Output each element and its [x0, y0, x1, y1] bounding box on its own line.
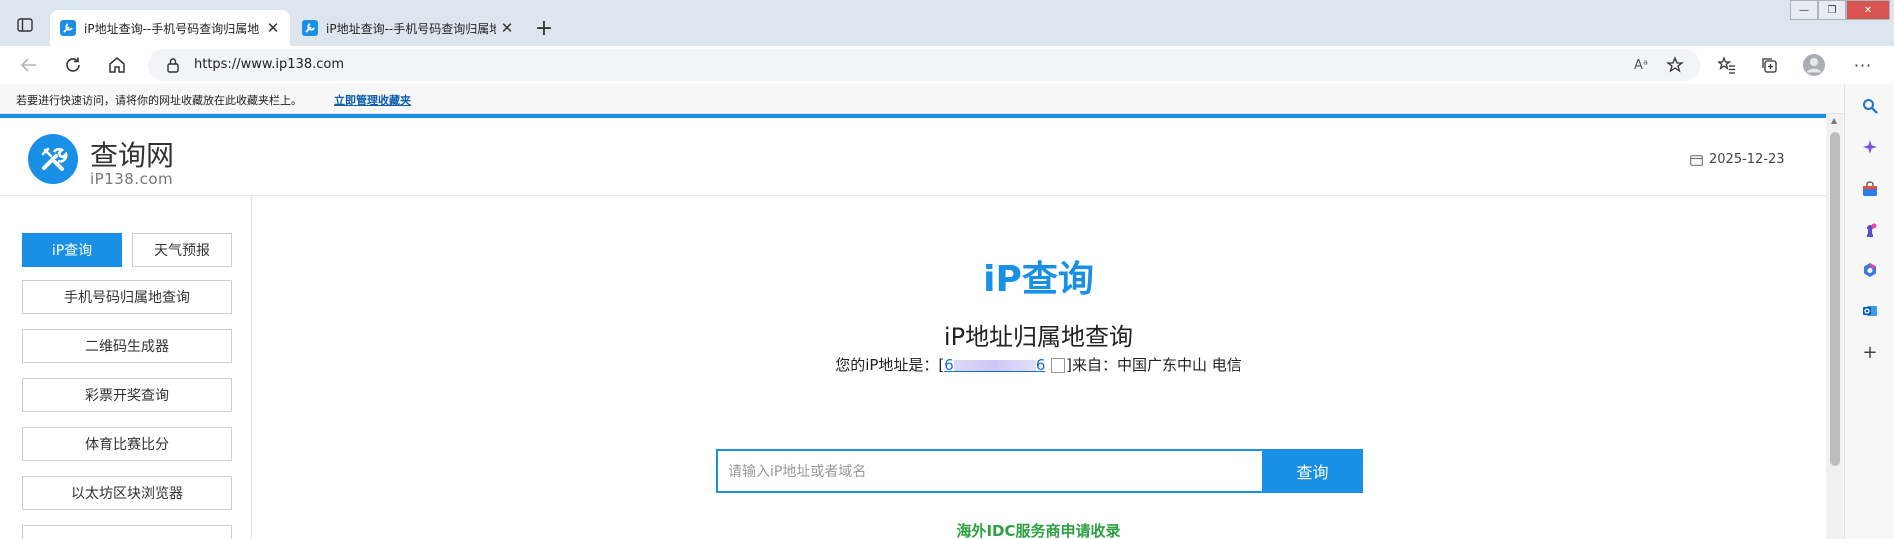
date-text: 2025-12-23	[1709, 152, 1785, 167]
restore-icon: ❐	[1827, 4, 1837, 16]
more-icon: ···	[1853, 55, 1873, 75]
collections-icon	[1762, 58, 1777, 73]
read-aloud-button[interactable]: Aᵃ	[1630, 54, 1652, 76]
favorites-icon	[1718, 56, 1735, 74]
home-button[interactable]	[102, 50, 132, 80]
add-favorite-icon	[1666, 56, 1684, 73]
manage-favorites-link[interactable]: 立即管理收藏夹	[334, 92, 411, 108]
tools-icon	[41, 147, 68, 171]
site-logo-title[interactable]: 查询网	[90, 134, 174, 174]
ip-prefix: 您的iP地址是：[	[835, 356, 945, 374]
menu-ethereum[interactable]: 以太坊区块浏览器	[22, 476, 232, 510]
ip-search-input[interactable]: 请输入iP地址或者域名	[716, 449, 1262, 493]
ip-location: ]来自：中国广东中山 电信	[1066, 356, 1242, 374]
add-favorite-button[interactable]	[1664, 54, 1686, 76]
sidebar-shopping-button[interactable]	[1860, 179, 1880, 199]
favorites-button[interactable]	[1716, 54, 1738, 76]
site-logo[interactable]	[28, 134, 78, 184]
refresh-icon	[66, 57, 80, 72]
close-window-button[interactable]: ✕	[1846, 0, 1890, 20]
collections-button[interactable]	[1758, 54, 1780, 76]
sidebar-search-button[interactable]	[1860, 96, 1880, 116]
close-icon: ✕	[1863, 4, 1873, 16]
lock-icon[interactable]	[166, 57, 180, 73]
ip138-favicon-icon	[60, 20, 76, 36]
address-bar[interactable]: https://www.ip138.com Aᵃ	[148, 49, 1700, 81]
browser-toolbar: https://www.ip138.com Aᵃ ···	[0, 46, 1894, 84]
sidebar-games-button[interactable]	[1860, 220, 1880, 240]
profile-button[interactable]	[1802, 53, 1826, 77]
add-icon: +	[1862, 341, 1878, 363]
plus-icon: +	[534, 15, 554, 41]
header-date: 2025-12-23	[1690, 152, 1785, 167]
more-button[interactable]: ···	[1852, 54, 1874, 76]
address-url[interactable]: https://www.ip138.com	[194, 57, 344, 72]
minimize-button[interactable]: —	[1790, 0, 1818, 20]
menu-sports[interactable]: 体育比赛比分	[22, 427, 232, 461]
outlook-icon	[1863, 306, 1877, 316]
favorites-bar: 若要进行快速访问，请将你的网址收藏放在此收藏夹栏上。 立即管理收藏夹	[0, 84, 1894, 114]
tab-title: iP地址查询--手机号码查询归属地	[326, 21, 496, 36]
close-tab-icon[interactable]: ✕	[262, 17, 284, 39]
close-tab-icon[interactable]: ✕	[496, 17, 518, 39]
calendar-icon	[1690, 154, 1703, 166]
tab-strip: iP地址查询--手机号码查询归属地 ✕ iP地址查询--手机号码查询归属地 ✕ …	[0, 0, 1894, 46]
tab-actions-icon	[17, 18, 33, 32]
site-logo-subtitle[interactable]: iP138.com	[90, 170, 173, 188]
favorites-hint: 若要进行快速访问，请将你的网址收藏放在此收藏夹栏上。	[16, 94, 302, 107]
ip-address-link[interactable]: 66	[944, 356, 1045, 374]
ip-result-line: 您的iP地址是：[6 6 ]来自：中国广东中山 电信	[0, 354, 1826, 375]
shopping-icon	[1863, 181, 1877, 196]
read-aloud-icon: Aᵃ	[1634, 57, 1648, 73]
page-title: iP查询	[983, 259, 1094, 300]
new-tab-button[interactable]: +	[530, 14, 558, 42]
profile-icon	[1803, 54, 1825, 76]
scroll-up-icon[interactable]: ▲	[1831, 116, 1837, 125]
back-button[interactable]	[14, 50, 44, 80]
page-subtitle: iP地址归属地查询	[943, 323, 1134, 351]
m365-icon	[1864, 263, 1876, 277]
restore-button[interactable]: ❐	[1818, 0, 1846, 20]
home-icon	[109, 57, 125, 73]
copilot-icon	[1863, 140, 1877, 154]
tab-actions-button[interactable]	[12, 12, 38, 38]
search-button[interactable]: 查询	[1262, 449, 1363, 493]
back-icon	[20, 58, 36, 72]
minimize-icon: —	[1799, 4, 1809, 16]
refresh-button[interactable]	[58, 50, 88, 80]
page-scrollbar[interactable]: ▲	[1826, 114, 1844, 539]
games-icon	[1867, 223, 1877, 237]
sidebar-add-button[interactable]: +	[1860, 341, 1880, 363]
search-icon	[1863, 99, 1878, 114]
menu-lottery[interactable]: 彩票开奖查询	[22, 378, 232, 412]
sidebar-copilot-button[interactable]	[1860, 137, 1880, 157]
edge-sidebar: +	[1844, 84, 1894, 539]
scrollbar-thumb[interactable]	[1830, 132, 1840, 466]
broken-image-icon	[1051, 358, 1066, 373]
page-viewport: 查询网 iP138.com 2025-12-23 iP查询 天气预报 手机号码归…	[0, 114, 1826, 539]
tab-inactive[interactable]: iP地址查询--手机号码查询归属地 ✕	[292, 10, 524, 46]
site-header: 查询网 iP138.com 2025-12-23	[0, 118, 1826, 196]
tab-title: iP地址查询--手机号码查询归属地	[84, 21, 260, 36]
ip138-favicon-icon	[302, 20, 318, 36]
idc-apply-link[interactable]: 海外IDC服务商申请收录	[0, 520, 1826, 539]
sidebar-m365-button[interactable]	[1860, 260, 1880, 280]
sidebar-outlook-button[interactable]	[1860, 301, 1880, 321]
tab-active[interactable]: iP地址查询--手机号码查询归属地 ✕	[50, 10, 290, 46]
ip-redacted	[953, 359, 1036, 372]
